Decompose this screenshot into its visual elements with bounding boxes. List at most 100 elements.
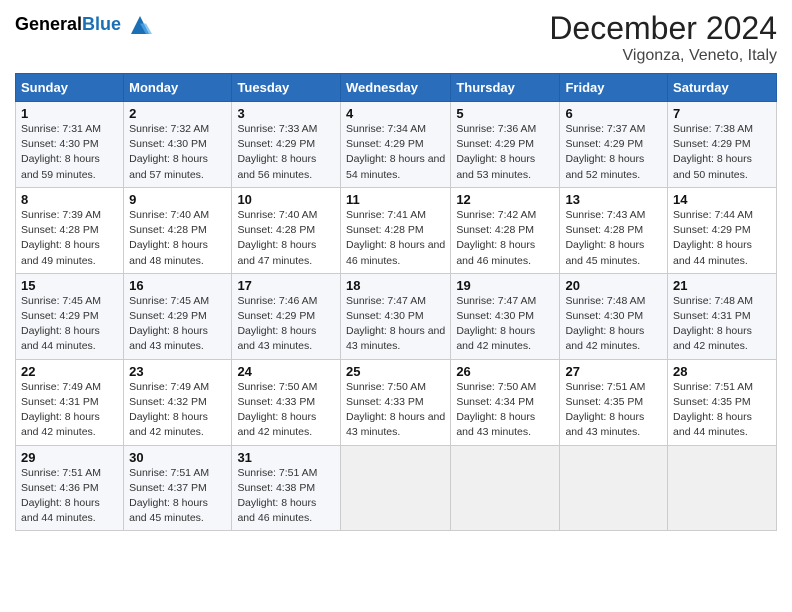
day-number: 12 — [456, 192, 554, 207]
day-info: Sunrise: 7:38 AMSunset: 4:29 PMDaylight:… — [673, 122, 771, 183]
logo: GeneralBlue — [15, 10, 155, 40]
day-number: 15 — [21, 278, 118, 293]
calendar-day-header: Saturday — [668, 74, 777, 102]
calendar-cell: 25Sunrise: 7:50 AMSunset: 4:33 PMDayligh… — [340, 359, 450, 445]
day-info: Sunrise: 7:40 AMSunset: 4:28 PMDaylight:… — [237, 208, 335, 269]
calendar-week-row: 1Sunrise: 7:31 AMSunset: 4:30 PMDaylight… — [16, 102, 777, 188]
day-number: 9 — [129, 192, 226, 207]
calendar-cell: 12Sunrise: 7:42 AMSunset: 4:28 PMDayligh… — [451, 187, 560, 273]
calendar-cell: 6Sunrise: 7:37 AMSunset: 4:29 PMDaylight… — [560, 102, 668, 188]
calendar-cell: 21Sunrise: 7:48 AMSunset: 4:31 PMDayligh… — [668, 273, 777, 359]
day-info: Sunrise: 7:51 AMSunset: 4:37 PMDaylight:… — [129, 466, 226, 527]
day-number: 1 — [21, 106, 118, 121]
calendar-cell: 14Sunrise: 7:44 AMSunset: 4:29 PMDayligh… — [668, 187, 777, 273]
day-number: 30 — [129, 450, 226, 465]
day-number: 5 — [456, 106, 554, 121]
calendar-cell: 31Sunrise: 7:51 AMSunset: 4:38 PMDayligh… — [232, 445, 341, 531]
calendar-cell: 24Sunrise: 7:50 AMSunset: 4:33 PMDayligh… — [232, 359, 341, 445]
calendar-cell: 29Sunrise: 7:51 AMSunset: 4:36 PMDayligh… — [16, 445, 124, 531]
calendar-cell: 20Sunrise: 7:48 AMSunset: 4:30 PMDayligh… — [560, 273, 668, 359]
day-number: 26 — [456, 364, 554, 379]
day-info: Sunrise: 7:45 AMSunset: 4:29 PMDaylight:… — [129, 294, 226, 355]
day-info: Sunrise: 7:51 AMSunset: 4:35 PMDaylight:… — [673, 380, 771, 441]
day-info: Sunrise: 7:48 AMSunset: 4:30 PMDaylight:… — [565, 294, 662, 355]
calendar-cell: 15Sunrise: 7:45 AMSunset: 4:29 PMDayligh… — [16, 273, 124, 359]
day-number: 11 — [346, 192, 445, 207]
page-subtitle: Vigonza, Veneto, Italy — [549, 47, 777, 65]
page: GeneralBlue December 2024 Vigonza, Venet… — [0, 0, 792, 612]
calendar-cell: 10Sunrise: 7:40 AMSunset: 4:28 PMDayligh… — [232, 187, 341, 273]
day-info: Sunrise: 7:46 AMSunset: 4:29 PMDaylight:… — [237, 294, 335, 355]
day-number: 14 — [673, 192, 771, 207]
calendar-cell: 18Sunrise: 7:47 AMSunset: 4:30 PMDayligh… — [340, 273, 450, 359]
day-info: Sunrise: 7:39 AMSunset: 4:28 PMDaylight:… — [21, 208, 118, 269]
day-info: Sunrise: 7:51 AMSunset: 4:36 PMDaylight:… — [21, 466, 118, 527]
day-info: Sunrise: 7:37 AMSunset: 4:29 PMDaylight:… — [565, 122, 662, 183]
calendar-day-header: Thursday — [451, 74, 560, 102]
calendar-week-row: 8Sunrise: 7:39 AMSunset: 4:28 PMDaylight… — [16, 187, 777, 273]
day-number: 29 — [21, 450, 118, 465]
day-info: Sunrise: 7:48 AMSunset: 4:31 PMDaylight:… — [673, 294, 771, 355]
calendar-day-header: Monday — [124, 74, 232, 102]
calendar-cell: 17Sunrise: 7:46 AMSunset: 4:29 PMDayligh… — [232, 273, 341, 359]
title-block: December 2024 Vigonza, Veneto, Italy — [549, 10, 777, 65]
day-info: Sunrise: 7:41 AMSunset: 4:28 PMDaylight:… — [346, 208, 445, 269]
calendar-table: SundayMondayTuesdayWednesdayThursdayFrid… — [15, 73, 777, 531]
day-info: Sunrise: 7:33 AMSunset: 4:29 PMDaylight:… — [237, 122, 335, 183]
day-info: Sunrise: 7:36 AMSunset: 4:29 PMDaylight:… — [456, 122, 554, 183]
day-number: 7 — [673, 106, 771, 121]
day-number: 31 — [237, 450, 335, 465]
day-number: 2 — [129, 106, 226, 121]
day-info: Sunrise: 7:44 AMSunset: 4:29 PMDaylight:… — [673, 208, 771, 269]
calendar-cell: 30Sunrise: 7:51 AMSunset: 4:37 PMDayligh… — [124, 445, 232, 531]
calendar-cell — [340, 445, 450, 531]
day-info: Sunrise: 7:45 AMSunset: 4:29 PMDaylight:… — [21, 294, 118, 355]
calendar-cell: 27Sunrise: 7:51 AMSunset: 4:35 PMDayligh… — [560, 359, 668, 445]
day-info: Sunrise: 7:42 AMSunset: 4:28 PMDaylight:… — [456, 208, 554, 269]
day-info: Sunrise: 7:40 AMSunset: 4:28 PMDaylight:… — [129, 208, 226, 269]
page-title: December 2024 — [549, 10, 777, 47]
calendar-cell: 1Sunrise: 7:31 AMSunset: 4:30 PMDaylight… — [16, 102, 124, 188]
day-number: 8 — [21, 192, 118, 207]
day-info: Sunrise: 7:47 AMSunset: 4:30 PMDaylight:… — [456, 294, 554, 355]
day-number: 16 — [129, 278, 226, 293]
day-info: Sunrise: 7:31 AMSunset: 4:30 PMDaylight:… — [21, 122, 118, 183]
day-number: 13 — [565, 192, 662, 207]
calendar-cell: 28Sunrise: 7:51 AMSunset: 4:35 PMDayligh… — [668, 359, 777, 445]
day-number: 3 — [237, 106, 335, 121]
day-info: Sunrise: 7:34 AMSunset: 4:29 PMDaylight:… — [346, 122, 445, 183]
header: GeneralBlue December 2024 Vigonza, Venet… — [15, 10, 777, 65]
day-number: 6 — [565, 106, 662, 121]
day-info: Sunrise: 7:51 AMSunset: 4:38 PMDaylight:… — [237, 466, 335, 527]
calendar-cell: 11Sunrise: 7:41 AMSunset: 4:28 PMDayligh… — [340, 187, 450, 273]
day-number: 25 — [346, 364, 445, 379]
calendar-cell: 7Sunrise: 7:38 AMSunset: 4:29 PMDaylight… — [668, 102, 777, 188]
calendar-cell: 5Sunrise: 7:36 AMSunset: 4:29 PMDaylight… — [451, 102, 560, 188]
day-number: 28 — [673, 364, 771, 379]
day-number: 18 — [346, 278, 445, 293]
calendar-cell — [560, 445, 668, 531]
day-info: Sunrise: 7:49 AMSunset: 4:31 PMDaylight:… — [21, 380, 118, 441]
day-number: 23 — [129, 364, 226, 379]
calendar-cell: 2Sunrise: 7:32 AMSunset: 4:30 PMDaylight… — [124, 102, 232, 188]
calendar-cell: 8Sunrise: 7:39 AMSunset: 4:28 PMDaylight… — [16, 187, 124, 273]
day-info: Sunrise: 7:32 AMSunset: 4:30 PMDaylight:… — [129, 122, 226, 183]
calendar-day-header: Wednesday — [340, 74, 450, 102]
logo-blue-text: Blue — [82, 14, 121, 34]
calendar-cell: 26Sunrise: 7:50 AMSunset: 4:34 PMDayligh… — [451, 359, 560, 445]
day-info: Sunrise: 7:50 AMSunset: 4:33 PMDaylight:… — [237, 380, 335, 441]
day-number: 19 — [456, 278, 554, 293]
calendar-day-header: Tuesday — [232, 74, 341, 102]
calendar-cell: 3Sunrise: 7:33 AMSunset: 4:29 PMDaylight… — [232, 102, 341, 188]
calendar-cell: 13Sunrise: 7:43 AMSunset: 4:28 PMDayligh… — [560, 187, 668, 273]
day-number: 20 — [565, 278, 662, 293]
day-number: 24 — [237, 364, 335, 379]
logo-icon — [125, 10, 155, 40]
day-number: 22 — [21, 364, 118, 379]
day-number: 27 — [565, 364, 662, 379]
day-info: Sunrise: 7:51 AMSunset: 4:35 PMDaylight:… — [565, 380, 662, 441]
calendar-cell: 9Sunrise: 7:40 AMSunset: 4:28 PMDaylight… — [124, 187, 232, 273]
day-number: 10 — [237, 192, 335, 207]
calendar-cell: 23Sunrise: 7:49 AMSunset: 4:32 PMDayligh… — [124, 359, 232, 445]
calendar-day-header: Sunday — [16, 74, 124, 102]
